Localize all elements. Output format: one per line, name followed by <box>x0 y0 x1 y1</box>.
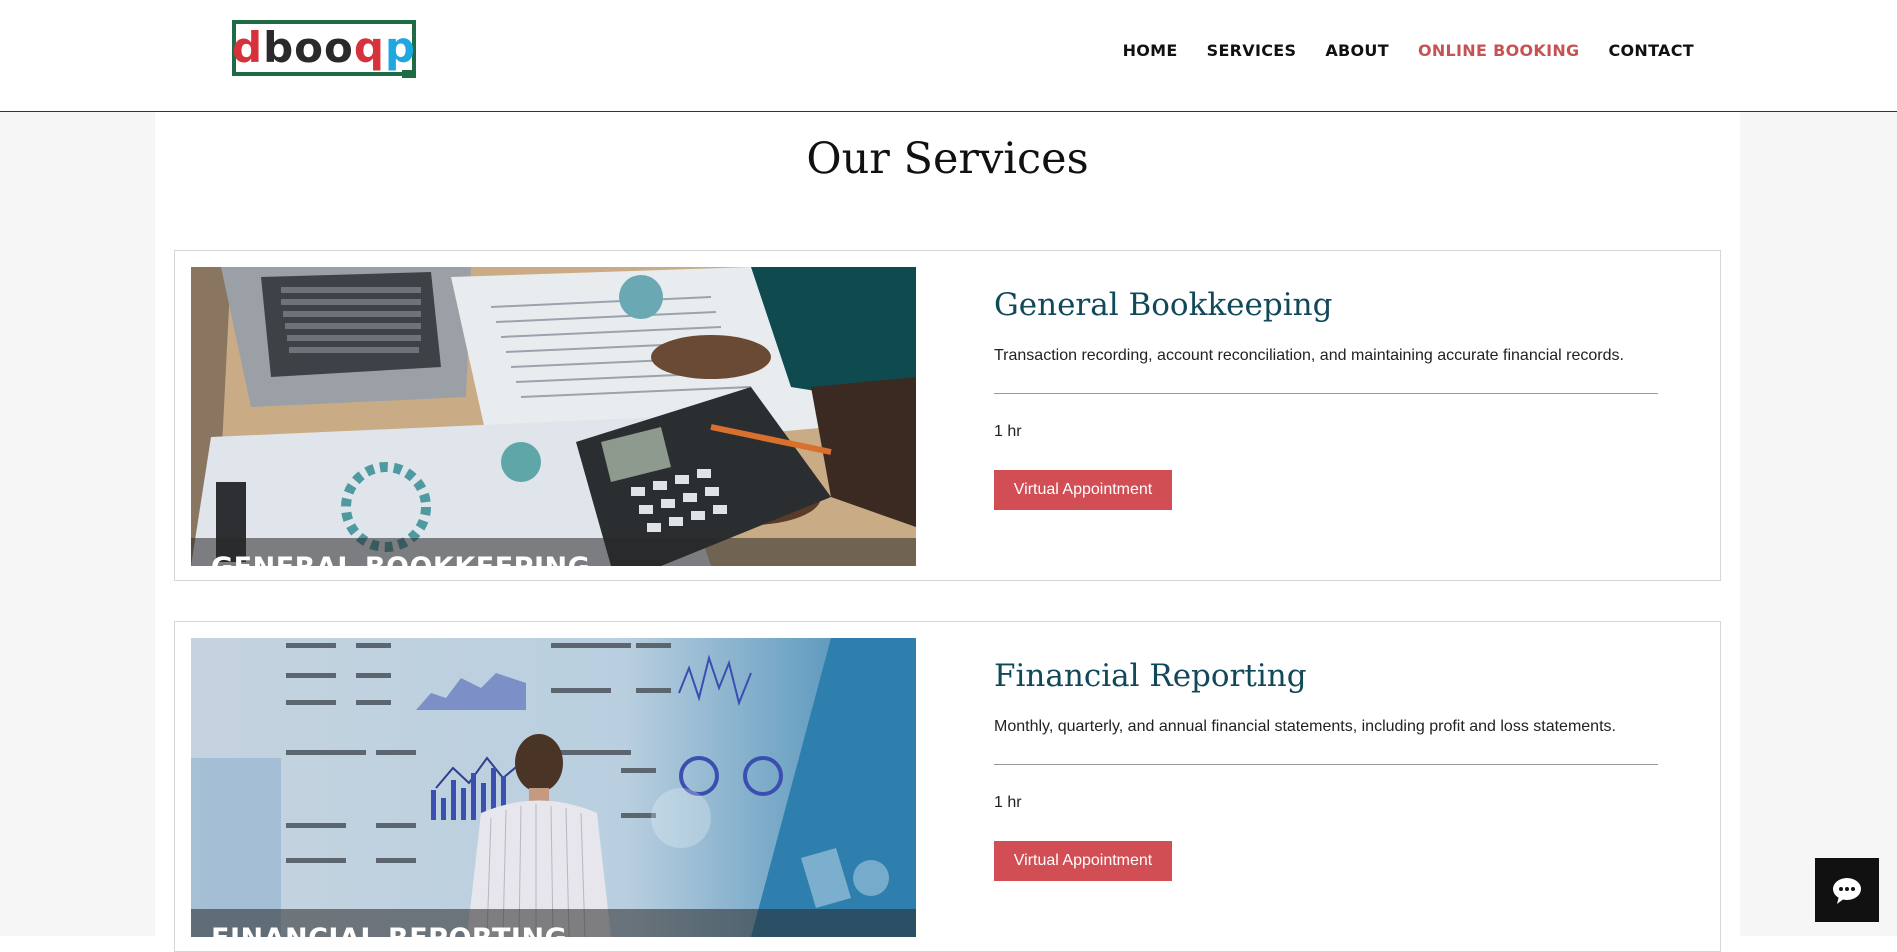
nav-services[interactable]: SERVICES <box>1207 41 1297 60</box>
logo-letter-q: q <box>353 23 385 72</box>
service-card-general-bookkeeping: GENERAL BOOKKEEPING General Bookkeeping … <box>174 250 1721 581</box>
virtual-appointment-button[interactable]: Virtual Appointment <box>994 841 1172 881</box>
site-logo[interactable]: d boo q p <box>232 20 417 78</box>
service-info: Financial Reporting Monthly, quarterly, … <box>994 622 1674 951</box>
service-duration: 1 hr <box>994 794 1022 811</box>
chat-bubble-icon <box>1833 878 1861 904</box>
image-caption: GENERAL BOOKKEEPING <box>211 552 590 566</box>
page-title: Our Services <box>806 134 1089 184</box>
service-image-financial-reporting[interactable]: FINANCIAL REPORTING <box>191 638 916 937</box>
chat-widget-button[interactable] <box>1815 858 1879 922</box>
service-title[interactable]: General Bookkeeping <box>994 287 1332 323</box>
logo-corner-tab <box>402 70 416 78</box>
nav-online-booking[interactable]: ONLINE BOOKING <box>1418 41 1580 60</box>
bookkeeping-photo <box>191 267 916 566</box>
logo-letters-boo: boo <box>263 23 354 72</box>
image-caption-band: GENERAL BOOKKEEPING <box>191 538 916 566</box>
image-caption: FINANCIAL REPORTING <box>211 923 567 937</box>
financial-reporting-photo <box>191 638 916 937</box>
logo-letter-d: d <box>232 23 264 72</box>
service-description: Transaction recording, account reconcili… <box>994 347 1624 364</box>
service-card-financial-reporting: FINANCIAL REPORTING Financial Reporting … <box>174 621 1721 952</box>
nav-contact[interactable]: CONTACT <box>1608 41 1694 60</box>
nav-about[interactable]: ABOUT <box>1325 41 1389 60</box>
service-divider <box>994 764 1658 765</box>
logo-letter-p: p <box>384 23 417 72</box>
service-duration: 1 hr <box>994 423 1022 440</box>
service-description: Monthly, quarterly, and annual financial… <box>994 718 1616 735</box>
service-image-bookkeeping[interactable]: GENERAL BOOKKEEPING <box>191 267 916 566</box>
image-caption-band: FINANCIAL REPORTING <box>191 909 916 937</box>
site-header: d boo q p HOME SERVICES ABOUT ONLINE BOOKIN… <box>0 0 1897 112</box>
service-info: General Bookkeeping Transaction recordin… <box>994 251 1674 580</box>
nav-home[interactable]: HOME <box>1123 41 1178 60</box>
service-title[interactable]: Financial Reporting <box>994 658 1307 694</box>
service-divider <box>994 393 1658 394</box>
virtual-appointment-button[interactable]: Virtual Appointment <box>994 470 1172 510</box>
main-nav: HOME SERVICES ABOUT ONLINE BOOKING CONTA… <box>1094 41 1694 60</box>
